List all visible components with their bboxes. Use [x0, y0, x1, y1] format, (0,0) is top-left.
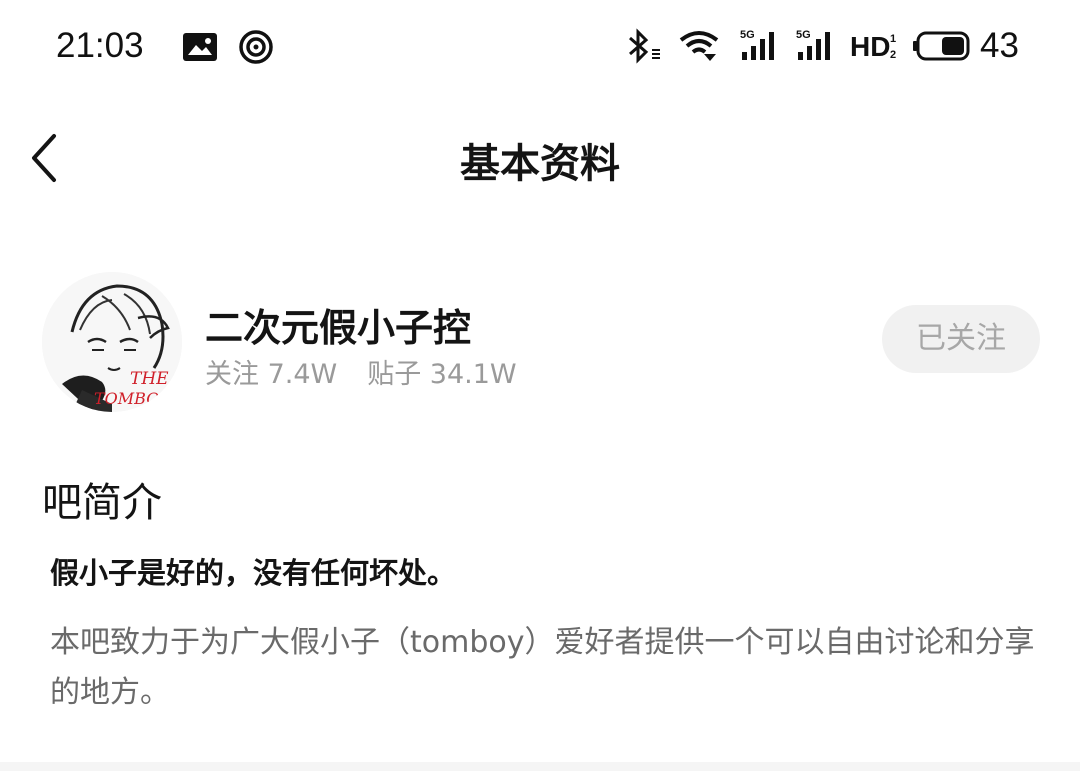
- status-bar: 21:03 5G 5G HD 1 2 43: [0, 0, 1080, 92]
- back-button[interactable]: [22, 128, 72, 188]
- followers-count: 关注 7.4W: [205, 359, 338, 390]
- posts-count: 贴子 34.1W: [367, 359, 517, 390]
- chevron-left-icon: [22, 134, 72, 192]
- svg-text:5G: 5G: [796, 29, 811, 41]
- section-divider: [0, 762, 1080, 771]
- image-notification-icon: [182, 32, 218, 66]
- avatar-logo-text-2: TOMBO: [94, 389, 159, 408]
- signal-5g-icon-2: 5G: [796, 28, 838, 66]
- page-title: 基本资料: [460, 141, 620, 187]
- intro-heading: 吧简介: [42, 480, 162, 526]
- svg-text:HD: HD: [850, 31, 890, 62]
- bluetooth-icon: [626, 28, 664, 68]
- wifi-icon: [678, 28, 720, 66]
- svg-text:2: 2: [890, 49, 896, 61]
- hd-voice-icon: HD 1 2: [850, 28, 900, 66]
- avatar-logo-text-1: THE: [130, 369, 169, 389]
- hotspot-icon: [238, 30, 274, 68]
- forum-name: 二次元假小子控: [205, 306, 472, 350]
- battery-level: 43: [980, 26, 1019, 65]
- battery-icon: [912, 30, 972, 66]
- signal-5g-icon-1: 5G: [740, 28, 782, 66]
- svg-text:5G: 5G: [740, 29, 755, 41]
- intro-description: 本吧致力于为广大假小子（tomboy）爱好者提供一个可以自由讨论和分享的地方。: [50, 625, 1035, 710]
- status-time: 21:03: [56, 26, 144, 65]
- forum-avatar[interactable]: THE TOMBO: [42, 272, 182, 412]
- intro-slogan: 假小子是好的，没有任何坏处。: [50, 556, 457, 590]
- svg-text:1: 1: [890, 33, 896, 45]
- followed-button[interactable]: 已关注: [882, 305, 1040, 373]
- forum-stats: 关注 7.4W 贴子 34.1W: [205, 352, 517, 391]
